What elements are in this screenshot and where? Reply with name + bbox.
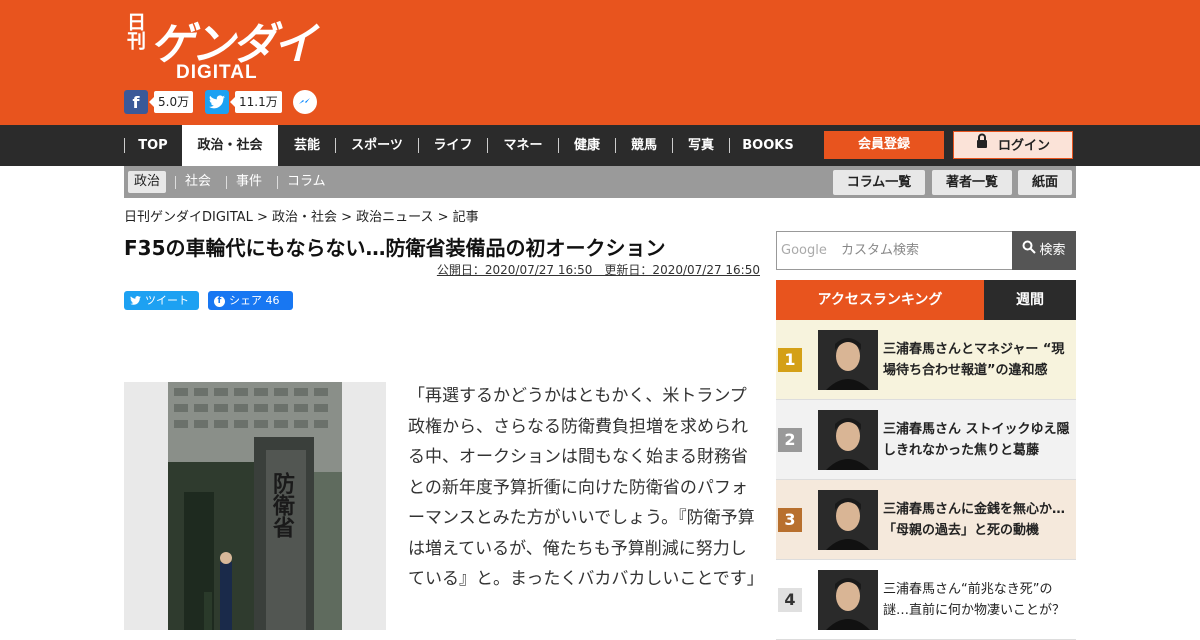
photo-sign-text: 防衛省 [269,472,294,538]
twitter-icon [205,90,229,114]
tab-weekly[interactable]: 週間 [984,280,1076,320]
rank-number: 1 [778,348,802,372]
nav-item-politics[interactable]: 政治・社会 [182,125,278,166]
main-nav: TOP 政治・社会 芸能 スポーツ ライフ マネー 健康 競馬 写真 BOOKS… [0,125,1200,166]
logo-small-text: 日刊 [124,12,146,50]
ranking-item[interactable]: 4 三浦春馬さん“前兆なき死”の謎…直前に何か物凄いことが？ [776,560,1076,640]
facebook-share-button[interactable]: f シェア 46 [208,291,293,310]
ranking-item[interactable]: 1 三浦春馬さんとマネジャー “現場待ち合わせ報道”の違和感 [776,320,1076,400]
nav-item-photo[interactable]: 写真 [673,125,729,166]
subnav-item-politics[interactable]: 政治 [128,171,167,193]
logo-sub-text: DIGITAL [176,62,258,83]
rank-thumbnail [818,330,878,390]
login-button[interactable]: ログイン [953,131,1073,159]
site-logo[interactable]: 日刊 ゲンダイ DIGITAL [124,10,317,84]
twitter-icon [130,292,141,311]
nav-item-health[interactable]: 健康 [559,125,615,166]
search-icon [1022,231,1037,270]
rank-thumbnail [818,490,878,550]
nav-item-life[interactable]: ライフ [419,125,487,166]
login-label: ログイン [997,138,1050,154]
tweet-label: ツイート [145,294,189,307]
nav-item-top[interactable]: TOP [125,125,181,166]
nav-item-books[interactable]: BOOKS [730,125,806,166]
nav-item-horse-racing[interactable]: 競馬 [616,125,672,166]
ranking-tabs: アクセスランキング 週間 [776,280,1076,320]
twitter-share[interactable]: 11.1万 [205,90,282,114]
search-placeholder: カスタム検索 [840,243,919,258]
search-button[interactable]: 検索 [1012,231,1076,270]
facebook-share[interactable]: f 5.0万 [124,90,194,114]
google-brand: Google [781,243,827,258]
column-list-button[interactable]: コラム一覧 [833,170,925,195]
search-button-label: 検索 [1039,243,1066,258]
nav-item-entertainment[interactable]: 芸能 [279,125,335,166]
tweet-button[interactable]: ツイート [124,291,199,310]
facebook-icon: f [124,90,148,114]
article-body: 「再選するかどうかはともかく、米トランプ政権から、さらなる防衛費負担増を求められ… [408,386,764,589]
register-button[interactable]: 会員登録 [824,131,944,159]
subnav-item-incident[interactable]: 事件 [230,171,268,193]
twitter-count: 11.1万 [230,91,282,113]
nav-item-money[interactable]: マネー [488,125,558,166]
article-title: F35の車輪代にもならない…防衛省装備品の初オークション [124,236,666,260]
messenger-icon[interactable] [293,90,317,114]
rank-number: 3 [778,508,802,532]
subnav-item-column[interactable]: コラム [281,171,332,193]
search-box: Google カスタム検索 検索 [776,231,1076,270]
author-list-button[interactable]: 著者一覧 [932,170,1012,195]
rank-title: 三浦春馬さん ストイックゆえ隠しきれなかった焦りと葛藤 [883,422,1070,458]
article-dates: 公開日：2020/07/27 16:50 更新日：2020/07/27 16:5… [436,263,760,277]
search-input[interactable]: Google カスタム検索 [776,231,1013,270]
ranking-item[interactable]: 2 三浦春馬さん ストイックゆえ隠しきれなかった焦りと葛藤 [776,400,1076,480]
ranking-item[interactable]: 3 三浦春馬さんに金銭を無心か…「母親の過去」と死の動機 [776,480,1076,560]
rank-thumbnail [818,570,878,630]
share-label: シェア 46 [229,294,280,307]
breadcrumb[interactable]: 日刊ゲンダイDIGITAL > 政治・社会 > 政治ニュース > 記事 [124,206,479,225]
rank-title: 三浦春馬さん“前兆なき死”の謎…直前に何か物凄いことが？ [883,582,1066,618]
rank-title: 三浦春馬さんとマネジャー “現場待ち合わせ報道”の違和感 [883,342,1065,378]
tab-access-ranking[interactable]: アクセスランキング [776,280,984,320]
subnav-item-society[interactable]: 社会 [179,171,217,193]
rank-title: 三浦春馬さんに金銭を無心か…「母親の過去」と死の動機 [883,502,1066,538]
rank-number: 4 [778,588,802,612]
facebook-count: 5.0万 [148,91,194,113]
rank-thumbnail [818,410,878,470]
article-photo: 防衛省 [124,382,386,630]
rank-number: 2 [778,428,802,452]
sub-nav: 政治 社会 事件 コラム コラム一覧 著者一覧 紙面 [124,166,1076,198]
paper-button[interactable]: 紙面 [1018,170,1072,195]
site-header: 日刊 ゲンダイ DIGITAL f 5.0万 11.1万 [0,0,1200,125]
lock-icon [976,132,988,160]
facebook-icon: f [214,295,225,307]
nav-item-sports[interactable]: スポーツ [336,125,418,166]
